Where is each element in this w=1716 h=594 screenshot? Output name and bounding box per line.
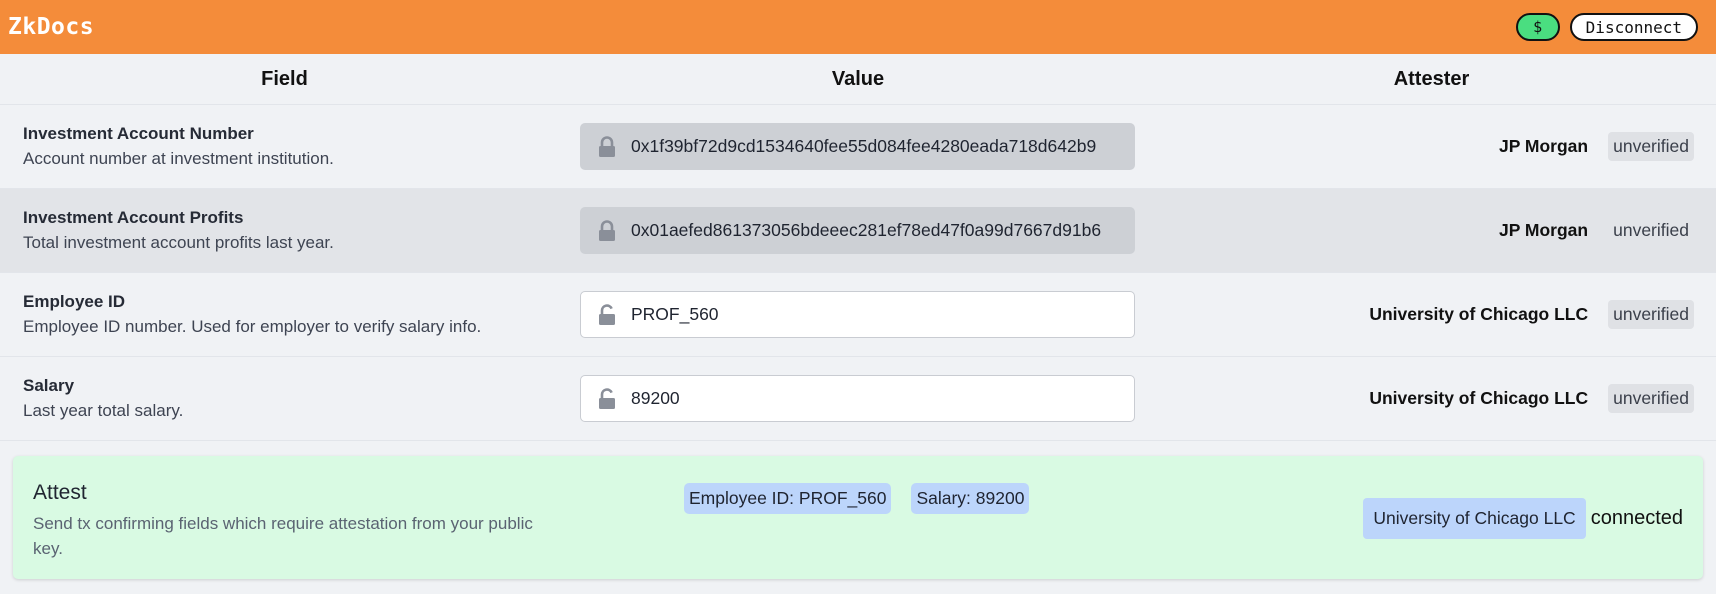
value-field[interactable]: 0x1f39bf72d9cd1534640fee55d084fee4280ead… — [580, 123, 1135, 170]
field-cell: Employee ID Employee ID number. Used for… — [0, 292, 580, 337]
value-text: PROF_560 — [631, 304, 719, 324]
lock-open-icon[interactable] — [597, 303, 617, 326]
field-name: Salary — [23, 376, 75, 395]
field-name: Employee ID — [23, 292, 126, 311]
attester-cell: University of Chicago LLC unverified — [1135, 300, 1716, 329]
status-badge: unverified — [1608, 132, 1694, 161]
top-bar: ZkDocs $ Disconnect — [0, 0, 1716, 54]
value-text: 0x1f39bf72d9cd1534640fee55d084fee4280ead… — [631, 136, 1097, 156]
field-description: Account number at investment institution… — [23, 149, 334, 168]
field-cell: Salary Last year total salary. — [0, 376, 580, 421]
value-text: 0x01aefed861373056bdeeec281ef78ed47f0a99… — [631, 220, 1102, 240]
value-field[interactable]: PROF_560 — [580, 291, 1135, 338]
value-cell: PROF_560 — [580, 291, 1135, 338]
field-chip: Employee ID: PROF_560 — [684, 483, 892, 514]
field-name: Investment Account Profits — [23, 208, 244, 227]
table-row: Salary Last year total salary. 89200 Uni… — [0, 357, 1716, 441]
field-rows: Investment Account Number Account number… — [0, 105, 1716, 441]
header-field: Field — [261, 67, 308, 90]
attest-title: Attest — [33, 481, 87, 504]
table-row: Investment Account Number Account number… — [0, 105, 1716, 189]
attester-cell: University of Chicago LLC unverified — [1135, 384, 1716, 413]
field-cell: Investment Account Number Account number… — [0, 124, 580, 169]
field-name: Investment Account Number — [23, 124, 254, 143]
attest-card[interactable]: Attest Send tx confirming fields which r… — [13, 456, 1703, 579]
table-row: Investment Account Profits Total investm… — [0, 189, 1716, 273]
lock-closed-icon[interactable] — [597, 219, 617, 242]
attest-description: Send tx confirming fields which require … — [33, 514, 533, 558]
header-attester: Attester — [1393, 67, 1470, 90]
field-description: Last year total salary. — [23, 401, 184, 420]
field-description: Total investment account profits last ye… — [23, 233, 334, 252]
field-cell: Investment Account Profits Total investm… — [0, 208, 580, 253]
status-badge: unverified — [1608, 300, 1694, 329]
attest-attester: University of Chicago LLC connected — [1363, 498, 1683, 539]
connection-status: connected — [1590, 507, 1683, 529]
attester-pill: University of Chicago LLC — [1363, 498, 1586, 539]
header-value: Value — [831, 67, 885, 90]
attester-name: University of Chicago LLC — [1369, 304, 1589, 324]
attester-name: JP Morgan — [1498, 220, 1589, 240]
attester-cell: JP Morgan unverified — [1135, 216, 1716, 245]
value-cell: 0x01aefed861373056bdeeec281ef78ed47f0a99… — [580, 207, 1135, 254]
status-badge: unverified — [1613, 220, 1689, 240]
field-description: Employee ID number. Used for employer to… — [23, 317, 482, 336]
wallet-button[interactable]: $ — [1515, 13, 1560, 41]
lock-open-icon[interactable] — [597, 387, 617, 410]
value-field[interactable]: 89200 — [580, 375, 1135, 422]
value-field[interactable]: 0x01aefed861373056bdeeec281ef78ed47f0a99… — [580, 207, 1135, 254]
status-badge: unverified — [1608, 384, 1694, 413]
value-text: 89200 — [631, 388, 680, 408]
topbar-actions: $ Disconnect — [1515, 13, 1698, 41]
disconnect-button[interactable]: Disconnect — [1569, 13, 1698, 41]
attester-name: JP Morgan — [1498, 136, 1589, 156]
lock-closed-icon[interactable] — [597, 135, 617, 158]
value-cell: 89200 — [580, 375, 1135, 422]
app-title: ZkDocs — [8, 14, 95, 40]
value-cell: 0x1f39bf72d9cd1534640fee55d084fee4280ead… — [580, 123, 1135, 170]
field-chip: Salary: 89200 — [911, 483, 1030, 514]
attest-field-chips: Employee ID: PROF_560 Salary: 89200 — [684, 483, 1030, 514]
attester-name: University of Chicago LLC — [1369, 388, 1589, 408]
table-row: Employee ID Employee ID number. Used for… — [0, 273, 1716, 357]
table-header: Field Value Attester — [0, 54, 1716, 105]
attester-cell: JP Morgan unverified — [1135, 132, 1716, 161]
